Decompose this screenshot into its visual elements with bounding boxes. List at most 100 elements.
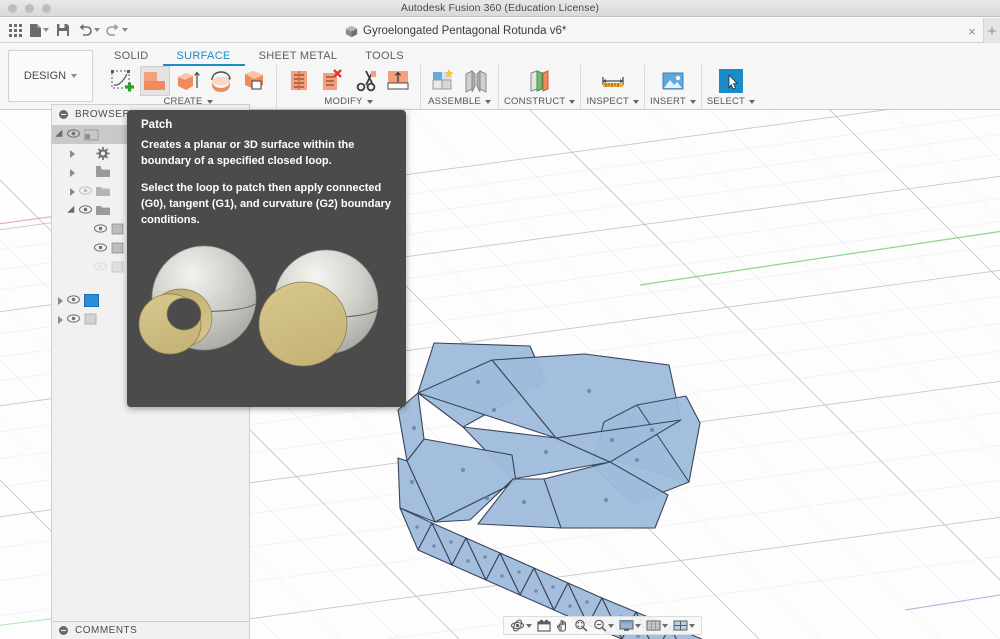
patch-icon[interactable] — [140, 66, 170, 96]
workspace-label: DESIGN — [24, 70, 66, 82]
fusion360-window: Autodesk Fusion 360 (Education License) — [0, 0, 1000, 639]
panel-label-select[interactable]: SELECT — [707, 96, 755, 107]
mirror-component-icon[interactable] — [461, 66, 491, 96]
tooltip-title: Patch — [127, 110, 406, 138]
offset-icon[interactable] — [239, 66, 269, 96]
ribbon-tabs: SOLID SURFACE SHEET METAL TOOLS — [100, 46, 418, 66]
panel-label-construct[interactable]: CONSTRUCT — [504, 96, 575, 107]
visibility-icon[interactable] — [79, 205, 92, 217]
document-tab-strip: Gyroelongated Pentagonal Rotunda v6* × + — [0, 18, 1000, 44]
tab-tools[interactable]: TOOLS — [351, 46, 418, 66]
document-tab-title: Gyroelongated Pentagonal Rotunda v6* — [363, 25, 566, 37]
ribbon-panel-assemble: ASSEMBLE — [420, 65, 498, 110]
panel-label-modify[interactable]: MODIFY — [324, 96, 372, 107]
pan-icon[interactable] — [554, 619, 571, 632]
chevron-down-icon — [569, 100, 575, 104]
chevron-right-icon[interactable] — [58, 297, 63, 305]
offset-plane-icon[interactable] — [525, 66, 555, 96]
browser-title: BROWSER — [75, 109, 130, 120]
stitch-icon[interactable] — [284, 66, 314, 96]
visibility-icon[interactable] — [67, 314, 80, 326]
app-title: Autodesk Fusion 360 (Education License) — [0, 2, 1000, 14]
visibility-icon[interactable] — [94, 243, 107, 255]
comments-panel-header[interactable]: COMMENTS — [51, 621, 250, 639]
document-icon — [84, 128, 99, 141]
visibility-icon[interactable] — [94, 262, 107, 274]
chevron-down-icon — [749, 100, 755, 104]
tab-sheet-metal[interactable]: SHEET METAL — [245, 46, 352, 66]
unstitch-icon[interactable] — [317, 66, 347, 96]
chevron-right-icon[interactable] — [70, 188, 75, 196]
ribbon: DESIGN SOLID SURFACE SHEET METAL TOOLS — [0, 43, 1000, 110]
cube-icon — [345, 25, 358, 38]
visibility-icon[interactable] — [67, 295, 80, 307]
close-icon[interactable]: × — [963, 22, 981, 40]
ribbon-panel-insert: INSERT — [644, 65, 701, 110]
orbit-icon[interactable] — [508, 619, 534, 632]
ribbon-panel-select: SELECT — [701, 65, 760, 110]
ribbon-panel-construct: CONSTRUCT — [498, 65, 580, 110]
folder-icon — [96, 204, 111, 217]
view-navigation-bar — [503, 616, 702, 635]
create-sketch-icon[interactable] — [107, 66, 137, 96]
visibility-icon[interactable] — [79, 186, 92, 198]
visibility-icon[interactable] — [67, 129, 80, 141]
visibility-icon[interactable] — [94, 224, 107, 236]
ribbon-panel-modify: MODIFY — [276, 65, 420, 110]
trim-icon[interactable] — [350, 66, 380, 96]
chevron-down-icon — [71, 74, 77, 78]
chevron-down-icon — [367, 100, 373, 104]
extend-icon[interactable] — [383, 66, 413, 96]
chevron-down-icon[interactable] — [662, 624, 668, 628]
chevron-down-icon[interactable] — [526, 624, 532, 628]
tooltip-paragraph-1: Creates a planar or 3D surface within th… — [127, 138, 406, 181]
chevron-down-icon[interactable] — [608, 624, 614, 628]
body-icon — [111, 223, 126, 236]
chevron-down-icon[interactable] — [635, 624, 641, 628]
window-titlebar: Autodesk Fusion 360 (Education License) — [0, 0, 1000, 17]
chevron-right-icon[interactable] — [58, 316, 63, 324]
look-at-icon[interactable] — [535, 619, 553, 632]
zoom-window-icon[interactable] — [572, 619, 590, 632]
display-settings-icon[interactable] — [617, 619, 643, 632]
tab-surface[interactable]: SURFACE — [163, 46, 245, 66]
new-component-icon[interactable] — [428, 66, 458, 96]
panel-label-insert[interactable]: INSERT — [650, 96, 696, 107]
patch-tooltip: Patch Creates a planar or 3D surface wit… — [127, 110, 406, 407]
document-tab[interactable]: Gyroelongated Pentagonal Rotunda v6* — [345, 18, 566, 44]
settings-icon — [96, 147, 111, 160]
revolve-icon[interactable] — [206, 66, 236, 96]
chevron-right-icon[interactable] — [70, 150, 75, 158]
workspace-switcher-button[interactable]: DESIGN — [8, 50, 93, 102]
patch-example-illustration — [127, 232, 406, 407]
body-icon — [111, 261, 126, 274]
collapse-icon[interactable] — [59, 626, 68, 635]
panel-label-assemble[interactable]: ASSEMBLE — [428, 96, 491, 107]
select-cursor-icon[interactable] — [716, 66, 746, 96]
chevron-down-icon — [633, 100, 639, 104]
chevron-right-icon[interactable] — [70, 169, 75, 177]
body-icon-selected — [84, 294, 99, 307]
grid-snaps-icon[interactable] — [644, 619, 670, 632]
chevron-down-icon — [485, 100, 491, 104]
chevron-down-icon — [690, 100, 696, 104]
chevron-down-icon[interactable] — [55, 129, 66, 140]
folder-icon — [96, 185, 111, 198]
chevron-down-icon[interactable] — [67, 205, 78, 216]
collapse-icon[interactable] — [59, 110, 68, 119]
comments-title: COMMENTS — [75, 625, 137, 636]
insert-image-icon[interactable] — [658, 66, 688, 96]
chevron-down-icon[interactable] — [689, 624, 695, 628]
panel-label-inspect[interactable]: INSPECT — [586, 96, 639, 107]
ribbon-panel-inspect: INSPECT — [580, 65, 644, 110]
folder-icon — [96, 166, 111, 179]
tooltip-paragraph-2: Select the loop to patch then apply conn… — [127, 181, 406, 240]
measure-icon[interactable] — [598, 66, 628, 96]
extrude-icon[interactable] — [173, 66, 203, 96]
chevron-down-icon — [207, 100, 213, 104]
tab-solid[interactable]: SOLID — [100, 46, 163, 66]
zoom-icon[interactable] — [591, 619, 616, 632]
body-icon — [84, 313, 99, 326]
viewports-icon[interactable] — [671, 619, 697, 632]
new-tab-button[interactable]: + — [983, 18, 1000, 44]
